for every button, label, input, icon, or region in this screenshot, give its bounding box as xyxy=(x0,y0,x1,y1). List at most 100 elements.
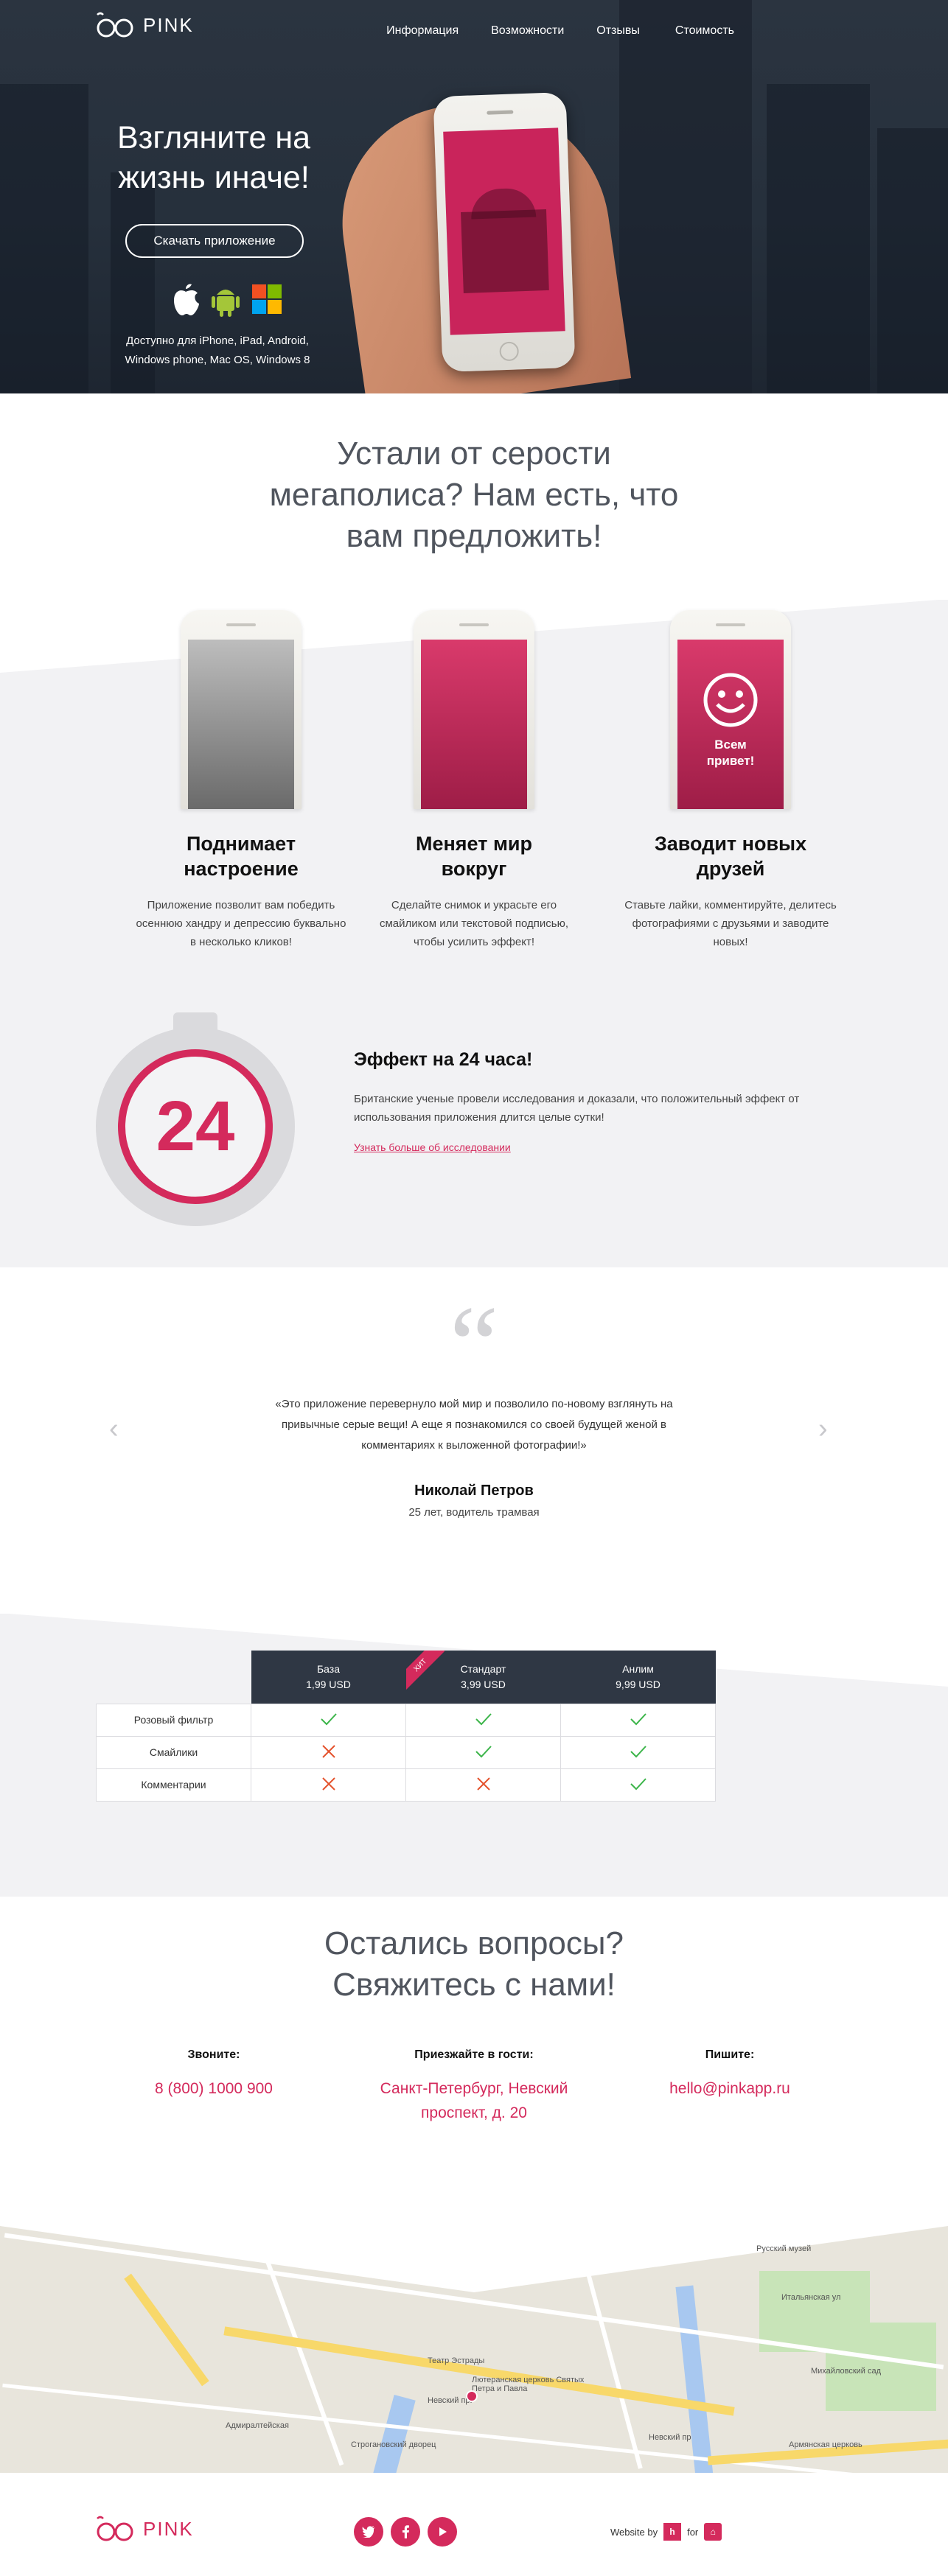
table-row: Розовый фильтр xyxy=(96,1703,716,1737)
feature-title: Заводит новых друзей xyxy=(654,833,807,880)
contact-label: Звоните: xyxy=(187,2048,240,2061)
check-icon xyxy=(630,1712,646,1725)
phone-screen: Всем привет! xyxy=(677,640,784,809)
timer-face: 24 xyxy=(118,1049,273,1204)
nav-item-pricing[interactable]: Стоимость xyxy=(675,24,734,38)
map-label: Армянская церковь xyxy=(789,2440,862,2449)
academy-logo-icon[interactable]: ⌂ xyxy=(704,2523,722,2541)
main-nav: Информация Возможности Отзывы Стоимость xyxy=(386,24,734,38)
screen-caption: Всем привет! xyxy=(706,738,755,768)
logo[interactable]: PINK xyxy=(94,10,194,40)
twitter-icon[interactable] xyxy=(354,2517,383,2547)
hero-title: Взгляните на жизнь иначе! xyxy=(116,120,310,195)
map-label: Итальянская ул xyxy=(781,2293,841,2302)
intro-section: Устали от серости мегаполиса? Нам есть, … xyxy=(0,393,948,600)
email-link[interactable]: hello@pinkapp.ru xyxy=(619,2076,840,2101)
timer-number: 24 xyxy=(156,1087,235,1166)
map-label: Невский пр xyxy=(649,2433,691,2442)
slider-prev-button[interactable]: ‹ xyxy=(109,1413,119,1445)
map-canal xyxy=(675,2285,714,2473)
social-links xyxy=(354,2517,457,2547)
footer-logo[interactable]: PINK xyxy=(94,2514,194,2544)
review-author: Николай Петров xyxy=(414,1483,534,1499)
check-icon xyxy=(475,1745,492,1757)
nav-item-reviews[interactable]: Отзывы xyxy=(596,24,640,38)
reviews-section: “ ‹ › «Это приложение перевернуло мой ми… xyxy=(0,1267,948,1614)
feature-text: Приложение позволит вам победить осеннюю… xyxy=(136,899,346,948)
glasses-logo-icon xyxy=(97,2516,133,2541)
plan-name: База xyxy=(316,1662,341,1675)
check-icon xyxy=(475,1712,492,1725)
building-silhouette xyxy=(767,84,870,393)
research-link[interactable]: Узнать больше об исследовании xyxy=(354,1141,511,1153)
feature-phone: Всем привет! xyxy=(670,610,791,809)
cross-icon xyxy=(476,1777,490,1791)
contact-email: Пишите: hello@pinkapp.ru xyxy=(619,2048,840,2101)
feature-label: Розовый фильтр xyxy=(96,1703,251,1737)
studio-logo-icon[interactable]: h xyxy=(663,2523,682,2541)
cross-icon xyxy=(321,1744,335,1758)
contact-label: Пишите: xyxy=(705,2048,755,2061)
nav-item-info[interactable]: Информация xyxy=(386,24,459,38)
cross-icon xyxy=(321,1777,335,1791)
feature-friends: Всем привет! Заводит новых друзей Ставьт… xyxy=(624,610,837,951)
map-notch xyxy=(0,2212,948,2292)
phone-speaker xyxy=(487,110,514,115)
download-button[interactable]: Скачать приложение xyxy=(125,224,304,258)
plan-price: 9,99 USD xyxy=(616,1678,661,1690)
smiley-icon xyxy=(703,673,758,727)
plan-price: 3,99 USD xyxy=(461,1678,506,1690)
feature-title: Меняет мир вокруг xyxy=(415,833,533,880)
check-icon xyxy=(630,1745,646,1757)
features-section: Поднимает настроение Приложение позволит… xyxy=(0,599,948,1267)
slider-next-button[interactable]: › xyxy=(818,1413,828,1445)
glasses-logo-icon xyxy=(97,12,133,38)
map-label: Михайловский сад xyxy=(811,2367,882,2376)
feature-phone xyxy=(414,610,534,809)
feature-mood: Поднимает настроение Приложение позволит… xyxy=(134,610,348,951)
contact-phone: Звоните: 8 (800) 1000 900 xyxy=(103,2048,324,2101)
map[interactable]: Невский пр. Адмиралтейская Строгановский… xyxy=(0,2212,948,2473)
availability-text: Доступно для iPhone, iPad, Android, Wind… xyxy=(125,335,310,366)
effect-block: Эффект на 24 часа! Британские ученые про… xyxy=(354,1049,855,1155)
feature-phone xyxy=(181,610,302,809)
map-label: Строгановский дворец xyxy=(351,2440,436,2449)
android-icon[interactable] xyxy=(211,281,240,317)
feature-text: Ставьте лайки, комментируйте, делитесь ф… xyxy=(624,899,837,948)
map-label: Лютеранская церковь Святых Петра и Павла xyxy=(472,2376,585,2393)
contact-label: Приезжайте в гости: xyxy=(414,2048,534,2061)
logo-text: PINK xyxy=(143,13,194,36)
review-text: «Это приложение перевернуло мой мир и по… xyxy=(275,1398,673,1452)
windows-icon[interactable] xyxy=(251,283,283,315)
youtube-icon[interactable] xyxy=(428,2517,457,2547)
map-label: Русский музей xyxy=(756,2244,812,2253)
effect-text: Британские ученые провели исследования и… xyxy=(354,1093,800,1124)
contacts-section: Остались вопросы? Свяжитесь с нами! Звон… xyxy=(0,1897,948,2212)
plan-header-standard: ХИТ Стандарт 3,99 USD xyxy=(405,1651,561,1704)
feature-label: Комментарии xyxy=(96,1768,251,1802)
plan-price: 1,99 USD xyxy=(306,1678,351,1690)
logo-text: PINK xyxy=(143,2517,194,2540)
apple-icon[interactable] xyxy=(171,281,201,317)
map-canal xyxy=(373,2394,416,2473)
plan-header-basic: База 1,99 USD xyxy=(251,1651,406,1704)
pricing-table: База 1,99 USD ХИТ Стандарт 3,99 USD Анли… xyxy=(96,1651,716,1802)
building-silhouette xyxy=(619,0,752,393)
feature-title: Поднимает настроение xyxy=(184,833,299,880)
location-pin-icon[interactable] xyxy=(466,2390,478,2402)
quote-icon: “ xyxy=(449,1284,499,1406)
hero: PINK Информация Возможности Отзывы Стоим… xyxy=(0,0,948,393)
footer: PINK Website by h for ⌂ xyxy=(0,2473,948,2576)
hero-phone xyxy=(433,91,576,373)
nav-item-features[interactable]: Возможности xyxy=(491,24,564,38)
phone-screen xyxy=(421,640,527,809)
platform-icons xyxy=(171,281,283,317)
website-credits: Website by h for ⌂ xyxy=(610,2523,722,2541)
facebook-icon[interactable] xyxy=(391,2517,420,2547)
feature-text: Сделайте снимок и украсьте его смайликом… xyxy=(379,899,569,948)
feature-world: Меняет мир вокруг Сделайте снимок и укра… xyxy=(367,610,581,951)
pricing-section: База 1,99 USD ХИТ Стандарт 3,99 USD Анли… xyxy=(0,1613,948,1897)
review-author-meta: 25 лет, водитель трамвая xyxy=(408,1506,540,1519)
for-text: for xyxy=(687,2526,699,2538)
phone-link[interactable]: 8 (800) 1000 900 xyxy=(103,2076,324,2101)
